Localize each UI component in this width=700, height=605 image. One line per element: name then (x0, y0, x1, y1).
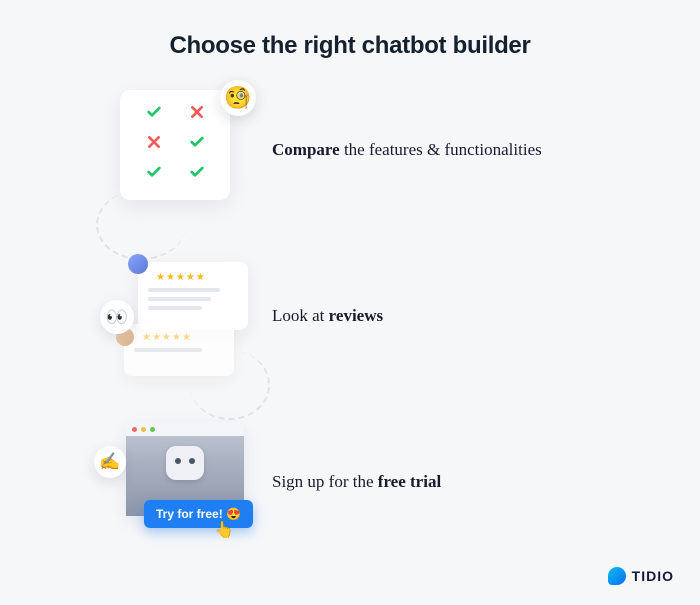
check-icon (189, 134, 205, 150)
eyes-icon: 👀 (100, 300, 134, 334)
x-icon (189, 104, 205, 120)
writing-hand-icon: ✍️ (94, 446, 126, 478)
review-card: ★★★★★ (138, 262, 248, 330)
checklist-card (120, 90, 230, 200)
window-min-dot-icon (141, 427, 146, 432)
caption-bold: reviews (329, 306, 383, 325)
brand-name: TIDIO (632, 568, 674, 584)
caption-text: the features & functionalities (340, 140, 542, 159)
compare-illustration: 🧐 (100, 90, 250, 210)
thinking-face-icon: 🧐 (220, 80, 256, 116)
avatar (128, 254, 148, 274)
check-icon (146, 164, 162, 180)
tidio-logo-icon (608, 567, 626, 585)
cursor-icon: 👆 (214, 520, 234, 540)
check-icon (189, 164, 205, 180)
reviews-illustration: ★★★★★ ★★★★★ 👀 (100, 256, 250, 376)
star-rating-icon: ★★★★★ (156, 272, 238, 283)
window-close-dot-icon (132, 427, 137, 432)
window-max-dot-icon (150, 427, 155, 432)
caption-bold: free trial (378, 472, 441, 491)
step-trial-caption: Sign up for the free trial (272, 472, 441, 492)
x-icon (146, 134, 162, 150)
step-list: 🧐 Compare the features & functionalities… (0, 90, 700, 542)
star-rating-icon: ★★★★★ (142, 332, 224, 343)
caption-bold: Compare (272, 140, 340, 159)
check-icon (146, 104, 162, 120)
step-compare: 🧐 Compare the features & functionalities (100, 90, 700, 210)
step-reviews-caption: Look at reviews (272, 306, 383, 326)
caption-text: Sign up for the (272, 472, 378, 491)
try-free-button[interactable]: Try for free! 😍 (144, 500, 253, 528)
page-title: Choose the right chatbot builder (0, 0, 700, 60)
brand-logo: TIDIO (608, 567, 674, 585)
step-trial: ✍️ Try for free! 😍 👆 Sign up for the fre… (100, 422, 700, 542)
step-reviews: ★★★★★ ★★★★★ 👀 Look at reviews (100, 256, 700, 376)
trial-illustration: ✍️ Try for free! 😍 👆 (100, 422, 250, 542)
review-card: ★★★★★ (124, 324, 234, 376)
caption-text: Look at (272, 306, 329, 325)
step-compare-caption: Compare the features & functionalities (272, 140, 542, 160)
